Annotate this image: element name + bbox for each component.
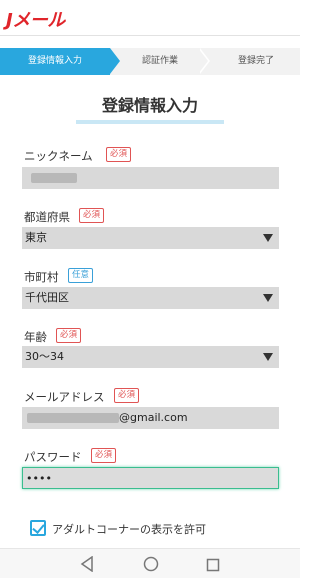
step-complete: 登録完了 [237, 56, 274, 66]
prefecture-label: 都道府県 [24, 210, 70, 224]
step-registration-input: 登録情報入力 [0, 48, 110, 75]
adult-corner-label[interactable]: アダルトコーナーの表示を許可 [52, 521, 206, 537]
system-navigation-bar [0, 548, 300, 578]
step-divider-inner [198, 48, 208, 74]
required-badge: 必須 [79, 208, 105, 223]
page-title: 登録情報入力 [101, 96, 198, 115]
title-underline [76, 120, 224, 124]
nickname-label: ニックネーム [24, 149, 93, 163]
nickname-input[interactable] [22, 167, 279, 189]
optional-badge: 任意 [68, 268, 94, 283]
email-domain: @gmail.com [119, 411, 188, 424]
required-badge: 必須 [56, 328, 82, 343]
jmail-logo[interactable]: Jメール [6, 6, 65, 32]
age-value: 30〜34 [25, 350, 64, 363]
recent-apps-icon[interactable] [206, 557, 220, 576]
dropdown-arrow-icon [263, 294, 273, 302]
age-select[interactable]: 30〜34 [22, 346, 279, 368]
city-value: 千代田区 [25, 291, 69, 304]
city-select[interactable]: 千代田区 [22, 287, 279, 309]
age-label: 年齢 [24, 330, 47, 344]
prefecture-select[interactable]: 東京 [22, 227, 279, 249]
home-icon[interactable] [143, 556, 159, 576]
email-label: メールアドレス [24, 390, 105, 404]
app-header: Jメール [0, 0, 300, 36]
password-value: •••• [26, 472, 52, 485]
required-badge: 必須 [114, 388, 140, 403]
city-label: 市町村 [24, 270, 59, 284]
step-verification: 認証作業 [141, 56, 178, 66]
step-arrow [110, 48, 120, 74]
back-icon[interactable] [80, 555, 94, 576]
password-label: パスワード [24, 450, 82, 464]
required-badge: 必須 [91, 448, 117, 463]
dropdown-arrow-icon [263, 234, 273, 242]
progress-steps: 登録情報入力 認証作業 登録完了 [0, 48, 300, 75]
redacted-email-user [27, 413, 119, 423]
redacted-nickname [31, 173, 77, 183]
prefecture-value: 東京 [25, 231, 47, 244]
email-input[interactable]: @gmail.com [22, 407, 279, 429]
adult-corner-checkbox[interactable] [30, 520, 46, 536]
password-input[interactable]: •••• [22, 467, 279, 489]
required-badge: 必須 [106, 147, 132, 162]
dropdown-arrow-icon [263, 353, 273, 361]
